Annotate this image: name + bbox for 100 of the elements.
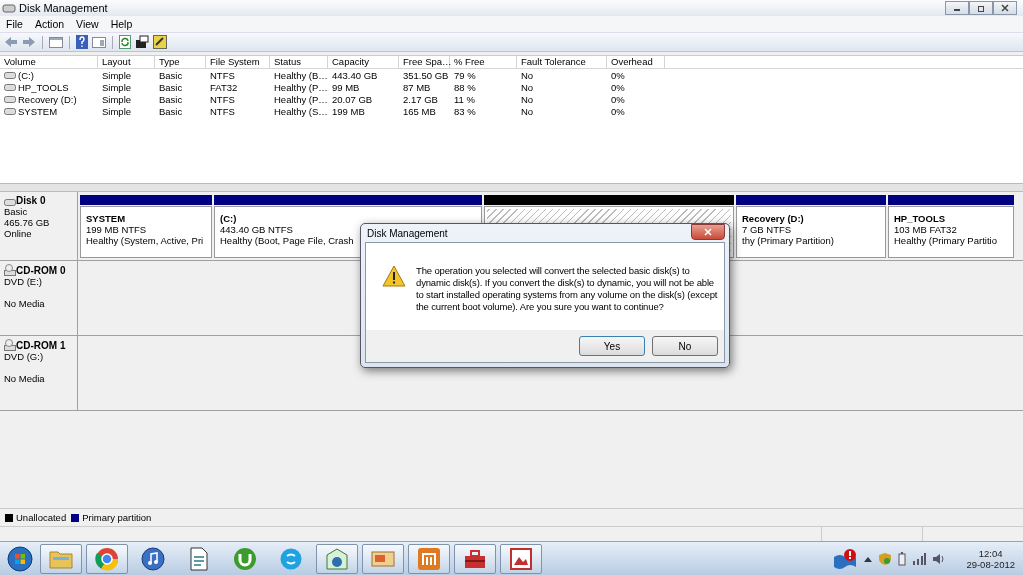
column-header[interactable]: Type (155, 56, 206, 68)
table-cell: NTFS (210, 69, 235, 81)
partition-info: 443.40 GB NTFS (220, 224, 293, 235)
table-cell: 0% (611, 81, 625, 93)
panel-icon[interactable] (92, 36, 106, 48)
properties-icon[interactable] (135, 35, 149, 49)
dialog-button[interactable]: No (652, 336, 718, 356)
partition-name: HP_TOOLS (894, 213, 946, 224)
menu-item[interactable]: Help (104, 18, 139, 30)
disk-type: DVD (E:) (4, 276, 43, 287)
back-arrow-icon[interactable] (4, 36, 18, 48)
partition-box[interactable]: HP_TOOLS 103 MB FAT32 Healthy (Primary Partitio (888, 206, 1014, 258)
partition-box[interactable]: Recovery (D:) 7 GB NTFS thy (Primary Partition) (736, 206, 886, 258)
partition-name: Recovery (D:) (742, 213, 804, 224)
close-icon (1001, 4, 1009, 12)
table-cell: HP_TOOLS (18, 81, 69, 93)
table-cell: 0% (611, 105, 625, 117)
dialog-button[interactable]: Yes (579, 336, 645, 356)
drive-icon (4, 198, 16, 206)
music-note-icon (141, 546, 165, 571)
taskbar-button[interactable] (316, 543, 358, 574)
column-header[interactable]: Status (270, 56, 328, 68)
disk-type: Basic (4, 206, 29, 217)
table-cell: Simple (102, 81, 132, 93)
drive-icon (4, 83, 16, 91)
disk-name: Disk 0 (16, 195, 46, 206)
legend-label: Primary partition (82, 512, 152, 523)
partition-info: Healthy (Boot, Page File, Crash (220, 235, 354, 246)
table-cell: 20.07 GB (332, 93, 373, 105)
partition-info: Healthy (System, Active, Pri (86, 235, 204, 246)
taskbar-button[interactable] (454, 543, 496, 574)
disk-status: No Media (4, 298, 46, 309)
menu-item[interactable]: View (70, 18, 105, 30)
shield-icon[interactable] (878, 551, 893, 566)
column-header[interactable]: Overhead (607, 56, 665, 68)
disk-name: CD-ROM 1 (16, 340, 66, 351)
table-cell: 87 MB (403, 81, 431, 93)
table-cell: Basic (159, 93, 183, 105)
table-cell: 11 % (454, 93, 475, 105)
partition-info: 103 MB FAT32 (894, 224, 957, 235)
column-header[interactable]: Free Spa… (399, 56, 450, 68)
warning-icon (382, 265, 406, 287)
menu-item[interactable]: File (0, 18, 29, 30)
partition-name: SYSTEM (86, 213, 126, 224)
globe-icon (95, 546, 119, 571)
disk-status: No Media (4, 373, 46, 384)
start-button[interactable] (4, 543, 36, 574)
minimize-button[interactable] (945, 1, 969, 15)
help-icon[interactable] (76, 35, 88, 49)
table-cell: Simple (102, 69, 132, 81)
refresh-icon[interactable] (119, 35, 131, 49)
close-icon (704, 227, 712, 236)
table-cell: No (521, 93, 534, 105)
partition-box[interactable]: SYSTEM 199 MB NTFS Healthy (System, Active, Pri (80, 206, 212, 258)
partition-info: Healthy (Primary Partitio (894, 235, 997, 246)
signal-bars-icon[interactable] (912, 552, 927, 565)
console-icon[interactable] (49, 36, 63, 48)
table-cell: Basic (159, 69, 183, 81)
restore-icon (977, 4, 985, 12)
disk-name: CD-ROM 0 (16, 265, 66, 276)
wizard-icon[interactable] (153, 35, 167, 49)
partition-info: thy (Primary Partition) (742, 235, 834, 246)
close-button[interactable] (691, 223, 725, 240)
toolbox-icon (463, 547, 487, 570)
menu-item[interactable]: Action (28, 18, 71, 30)
column-header[interactable]: Layout (98, 56, 155, 68)
column-header[interactable]: % Free (450, 56, 517, 68)
battery-icon[interactable] (898, 551, 907, 566)
table-cell: 99 MB (332, 81, 360, 93)
drive-box-icon (325, 546, 349, 571)
table-cell: Healthy (B… (274, 69, 328, 81)
window-title: Disk Management (19, 2, 108, 14)
table-cell: 79 % (454, 69, 476, 81)
disk-status: Online (4, 228, 33, 239)
table-cell: NTFS (210, 93, 235, 105)
dialog-message: The operation you selected will convert the selected basic disk(s) to dynamic disk(s). If you convert the disk(s) to dynamic, you will not be able to start installed operating systems from any volume on the disk(s) (except the current boot volume). Are you sure you want to continue? (416, 265, 719, 313)
taskbar-button[interactable] (500, 543, 542, 574)
forward-arrow-icon[interactable] (22, 36, 36, 48)
speaker-icon[interactable] (932, 552, 947, 565)
table-cell: 0% (611, 93, 625, 105)
column-header[interactable]: Fault Tolerance (517, 56, 607, 68)
table-cell: 351.50 GB (403, 69, 449, 81)
table-cell: 88 % (454, 81, 476, 93)
flag-alert-icon[interactable] (832, 546, 859, 571)
table-cell: No (521, 105, 534, 117)
close-button[interactable] (993, 1, 1017, 15)
folder-icon (49, 548, 73, 569)
clock[interactable]: 12:04 29-08-2012 (952, 547, 1015, 570)
table-cell: Basic (159, 81, 183, 93)
cd-drive-icon (4, 264, 16, 276)
column-header[interactable]: File System (206, 56, 270, 68)
table-cell: Basic (159, 105, 183, 117)
partition-info: 199 MB NTFS (86, 224, 147, 235)
taskbar-button[interactable] (86, 543, 128, 574)
restore-button[interactable] (969, 1, 993, 15)
caret-up-icon[interactable] (864, 555, 873, 562)
column-header[interactable]: Capacity (328, 56, 399, 68)
drive-icon (4, 107, 16, 115)
column-header[interactable]: Volume (0, 56, 98, 68)
table-cell: 2.17 GB (403, 93, 438, 105)
